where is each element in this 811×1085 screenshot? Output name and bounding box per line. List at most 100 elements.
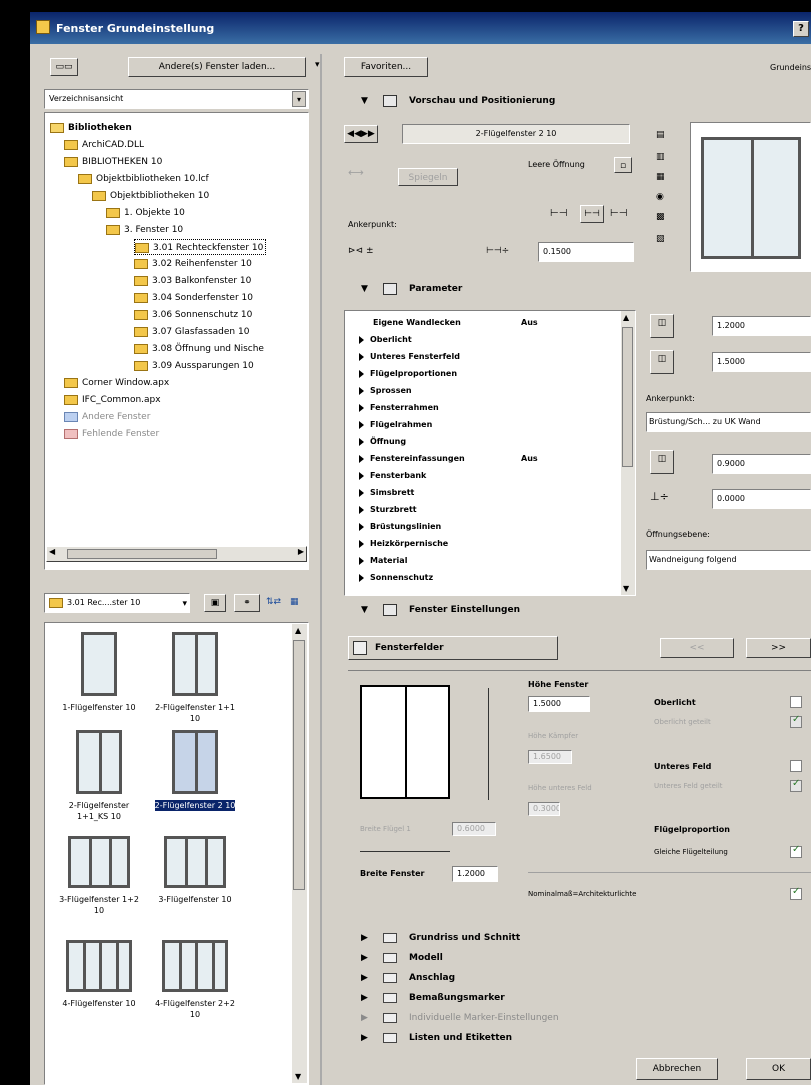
parameter-item[interactable]: Unteres Fensterfeld (359, 349, 609, 365)
expand-icon[interactable] (359, 471, 364, 480)
expand-icon[interactable]: ▶ (361, 928, 368, 948)
anchor-center-icon[interactable]: ⊢⊣ (580, 205, 604, 223)
thumbnail-item[interactable]: 2-Flügelfenster 1+1_KS 10 (54, 730, 144, 822)
collapsed-section-header[interactable]: ▶ Bemaßungsmarker (339, 988, 811, 1008)
favorites-button[interactable]: Favoriten... (344, 57, 428, 77)
thumbnail-item[interactable]: 2-Flügelfenster 2 10 (150, 730, 240, 811)
chevron-down-icon[interactable]: ▾ (292, 91, 306, 107)
grid-view-icon[interactable]: ▦ (290, 597, 299, 607)
thumbnail-item[interactable]: 3-Flügelfenster 10 (150, 836, 240, 905)
scroll-down-icon[interactable]: ▼ (623, 584, 629, 593)
expand-icon[interactable] (359, 335, 364, 344)
parameter-item[interactable]: Eigene Wandlecken Aus (359, 315, 609, 331)
parameter-item[interactable]: Sprossen (359, 383, 609, 399)
tree-item[interactable]: 3.04 Sonderfenster 10 (134, 290, 253, 306)
parameter-item[interactable]: Fensterrahmen (359, 400, 609, 416)
tree-item[interactable]: Objektbibliotheken 10 (92, 188, 209, 204)
collapse-icon[interactable]: ▼ (361, 278, 368, 300)
dropdown-arrow-icon[interactable]: ▾ (315, 60, 320, 70)
parameter-item[interactable]: Oberlicht (359, 332, 609, 348)
parameter-item[interactable]: Fenstereinfassungen Aus (359, 451, 609, 467)
parameter-item[interactable]: Sonnenschutz (359, 570, 609, 586)
expand-icon[interactable] (359, 488, 364, 497)
unteres-feld-checkbox[interactable] (790, 760, 802, 772)
expand-icon[interactable]: ▶ (361, 988, 368, 1008)
expand-icon[interactable] (359, 573, 364, 582)
plan-view-icon[interactable]: ▤ (656, 130, 665, 140)
collapsed-section-header[interactable]: ▶ Anschlag (339, 968, 811, 988)
expand-icon[interactable] (359, 369, 364, 378)
view-select[interactable]: Verzeichnisansicht ▾ (44, 89, 309, 109)
expand-icon[interactable]: ▶ (361, 968, 368, 988)
elevation-view-icon[interactable]: ▦ (656, 172, 665, 182)
tree-item[interactable]: Bibliotheken (50, 120, 132, 136)
width-field[interactable]: 1.2000 (712, 316, 811, 336)
parameter-item[interactable]: Flügelrahmen (359, 417, 609, 433)
z-offset-field[interactable]: 0.0000 (712, 489, 811, 509)
scrollbar-thumb[interactable] (293, 640, 305, 890)
tree-item[interactable]: 3. Fenster 10 (106, 222, 183, 238)
anker-select[interactable]: Brüstung/Sch... zu UK Wand (646, 412, 811, 432)
expand-icon[interactable] (359, 352, 364, 361)
load-window-button[interactable]: Andere(s) Fenster laden... (128, 57, 306, 77)
parameter-item[interactable]: Heizkörpernische (359, 536, 609, 552)
next-page-button[interactable]: >> (746, 638, 811, 658)
horizontal-scrollbar[interactable]: ◀ ▶ (46, 546, 307, 562)
tree-item[interactable]: Fehlende Fenster (64, 426, 159, 442)
collapsed-section-header[interactable]: ▶ Listen und Etiketten (339, 1028, 811, 1048)
tree-item[interactable]: Andere Fenster (64, 409, 150, 425)
scroll-down-icon[interactable]: ▼ (295, 1072, 301, 1081)
expand-icon[interactable] (359, 403, 364, 412)
expand-icon[interactable] (359, 386, 364, 395)
sill-height-field[interactable]: 0.9000 (712, 454, 811, 474)
window-view-icon[interactable]: ▩ (656, 212, 665, 222)
tree-item[interactable]: 3.08 Öffnung und Nische (134, 341, 264, 357)
spiegeln-button[interactable]: Spiegeln (398, 168, 458, 186)
offset-field[interactable]: 0.1500 (538, 242, 634, 262)
expand-icon[interactable] (359, 505, 364, 514)
parameter-item[interactable]: Flügelproportionen (359, 366, 609, 382)
3d-view-icon[interactable]: ◉ (656, 192, 664, 202)
expand-icon[interactable]: ▶ (361, 1028, 368, 1048)
prev-page-button[interactable]: << (660, 638, 734, 658)
tree-item[interactable]: 1. Objekte 10 (106, 205, 185, 221)
collapse-icon[interactable]: ▼ (361, 90, 368, 112)
chevron-down-icon[interactable]: ▾ (182, 595, 187, 612)
section-view-icon[interactable]: ▥ (656, 152, 665, 162)
expand-icon[interactable]: ▶ (361, 948, 368, 968)
expand-icon[interactable]: ▶ (361, 1008, 368, 1028)
hoehe-unteres-field[interactable]: 0.3000 (528, 802, 560, 816)
tree-item[interactable]: 3.03 Balkonfenster 10 (134, 273, 251, 289)
tree-item[interactable]: ArchiCAD.DLL (64, 137, 144, 153)
breite-fluegel-field[interactable]: 0.6000 (452, 822, 496, 836)
hoehe-fenster-field[interactable]: 1.5000 (528, 696, 590, 712)
oeffnungsebene-select[interactable]: Wandneigung folgend (646, 550, 811, 570)
prev-next-nav-icon[interactable]: ◀◀▶▶ (344, 125, 378, 143)
collapse-icon[interactable]: ▼ (361, 599, 368, 621)
parameter-item[interactable]: Sturzbrett (359, 502, 609, 518)
expand-icon[interactable] (359, 539, 364, 548)
tree-item[interactable]: 3.01 Rechteckfenster 10 (134, 239, 267, 255)
expand-icon[interactable] (359, 437, 364, 446)
link-icon[interactable]: ⚭ (234, 594, 260, 612)
expand-icon[interactable] (359, 522, 364, 531)
tree-item[interactable]: Corner Window.apx (64, 375, 169, 391)
scrollbar-thumb[interactable] (67, 549, 217, 559)
tree-item[interactable]: BIBLIOTHEKEN 10 (64, 154, 162, 170)
leere-oeffnung-toggle[interactable]: ▫ (614, 157, 632, 173)
breite-fenster-field[interactable]: 1.2000 (452, 866, 498, 882)
parameter-item[interactable]: Brüstungslinien (359, 519, 609, 535)
settings-section-header[interactable]: ▼ Fenster Einstellungen (339, 599, 811, 621)
parameter-section-header[interactable]: ▼ Parameter (339, 278, 811, 300)
parameter-item[interactable]: Fensterbank (359, 468, 609, 484)
ok-button[interactable]: OK (746, 1058, 811, 1080)
scroll-up-icon[interactable]: ▲ (623, 313, 629, 322)
tree-item[interactable]: 3.09 Aussparungen 10 (134, 358, 254, 374)
anchor-right-icon[interactable]: ⊢⊣ (610, 208, 627, 219)
hoehe-kaempfer-field[interactable]: 1.6500 (528, 750, 572, 764)
thumbnail-item[interactable]: 4-Flügelfenster 2+2 10 (150, 940, 240, 1020)
oberlicht-checkbox[interactable] (790, 696, 802, 708)
nominal-checkbox[interactable] (790, 886, 802, 900)
preview-section-header[interactable]: ▼ Vorschau und Positionierung (339, 90, 811, 112)
height-field[interactable]: 1.5000 (712, 352, 811, 372)
